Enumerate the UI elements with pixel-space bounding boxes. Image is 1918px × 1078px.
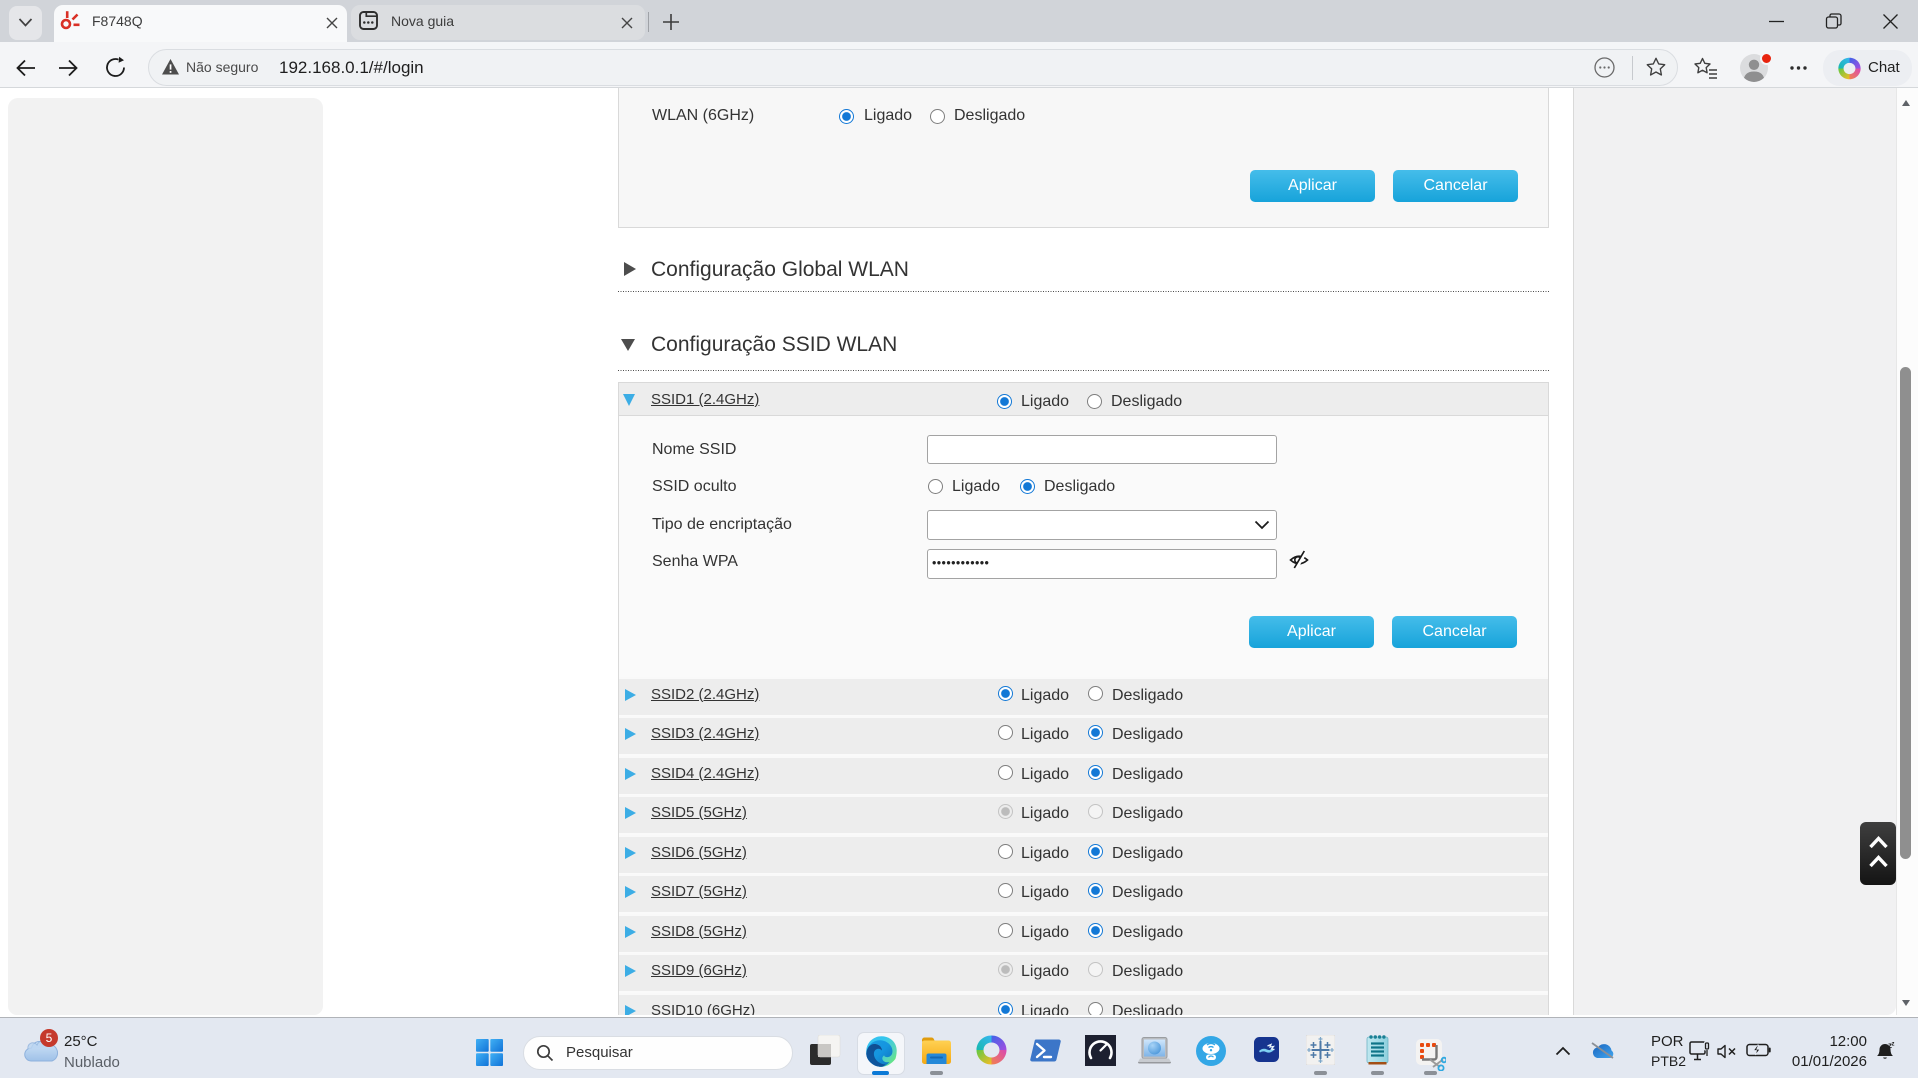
svg-text:z: z [1892, 1042, 1895, 1048]
